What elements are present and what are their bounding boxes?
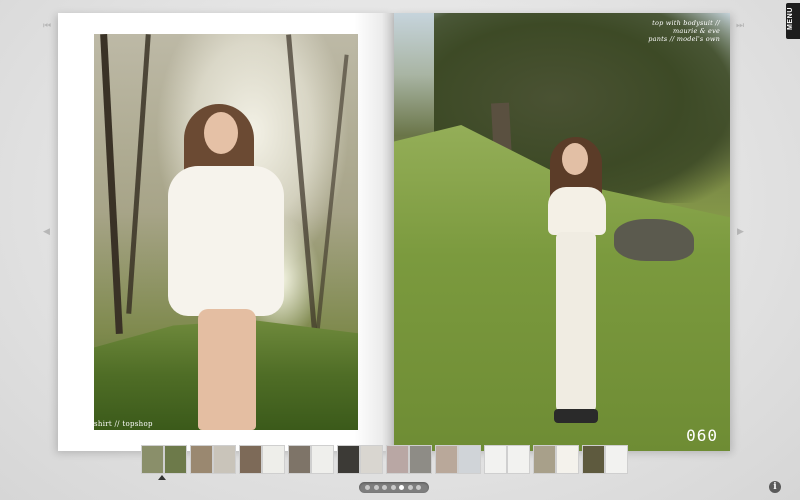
page-thumbnail[interactable]: [311, 445, 334, 474]
left-page-photo: shirt // topshop: [94, 34, 358, 430]
model-legs: [198, 309, 256, 430]
page-thumbnail[interactable]: [458, 445, 481, 474]
model-figure: [162, 104, 292, 430]
page-number: 060: [686, 426, 718, 445]
tree-trunk: [315, 54, 349, 334]
skip-to-last-icon[interactable]: ⏭: [736, 21, 744, 31]
model-figure: [542, 137, 622, 437]
page-thumbnail[interactable]: [337, 445, 360, 474]
pager-dot[interactable]: [399, 485, 404, 490]
page-thumbnail[interactable]: [556, 445, 579, 474]
page-thumbnail[interactable]: [484, 445, 507, 474]
page-thumbnail[interactable]: [533, 445, 556, 474]
previous-page-icon[interactable]: ◀: [43, 227, 50, 237]
page-thumbnail[interactable]: [190, 445, 213, 474]
magazine-viewer: ⏮ ◀ ▶ ⏭ shirt // topshop top with bodysu…: [0, 0, 800, 500]
page-thumbnail[interactable]: [213, 445, 236, 474]
model-top: [548, 187, 606, 235]
page-thumbnail[interactable]: [605, 445, 628, 474]
page-thumbnail[interactable]: [435, 445, 458, 474]
credit-line: maurie & eve: [673, 27, 720, 35]
pager-dot[interactable]: [373, 485, 379, 490]
skip-to-first-icon[interactable]: ⏮: [43, 21, 51, 31]
page-gutter-shadow: [354, 13, 394, 451]
page-thumbnail[interactable]: [409, 445, 432, 474]
credit-line: top with bodysuit //: [652, 19, 720, 27]
tree-trunk: [126, 34, 151, 314]
page-thumbnail[interactable]: [507, 445, 530, 474]
pager-dots: [359, 482, 429, 493]
menu-label: MENU: [787, 7, 794, 31]
pager-dot[interactable]: [382, 485, 387, 490]
model-face: [204, 112, 238, 154]
model-shoes: [554, 409, 598, 423]
page-thumbnail[interactable]: [239, 445, 262, 474]
left-page[interactable]: shirt // topshop: [58, 13, 394, 451]
tree-trunk: [100, 34, 123, 334]
pager-dot[interactable]: [365, 485, 370, 490]
credit-line: pants // model's own: [648, 35, 720, 43]
page-thumbnail[interactable]: [164, 445, 187, 474]
page-thumbnail[interactable]: [141, 445, 164, 474]
magazine-spread: shirt // topshop top with bodysuit // ma…: [58, 13, 730, 451]
rocks: [614, 219, 694, 261]
fashion-credits: top with bodysuit // maurie & eve pants …: [610, 19, 720, 43]
right-page[interactable]: top with bodysuit // maurie & eve pants …: [394, 13, 730, 451]
page-thumbnail[interactable]: [360, 445, 383, 474]
model-blouse: [168, 166, 284, 316]
pager-dot[interactable]: [390, 485, 396, 490]
page-thumbnail[interactable]: [262, 445, 285, 474]
pager-dot[interactable]: [416, 485, 421, 490]
pager-dot[interactable]: [407, 485, 413, 490]
model-pants: [556, 232, 596, 412]
info-icon[interactable]: i: [769, 481, 781, 493]
current-thumbnail-indicator: [158, 475, 166, 480]
page-thumbnail[interactable]: [288, 445, 311, 474]
photo-caption: shirt // topshop: [94, 420, 153, 428]
page-thumbnail[interactable]: [582, 445, 605, 474]
next-page-icon[interactable]: ▶: [737, 227, 744, 237]
page-thumbnail[interactable]: [386, 445, 409, 474]
model-face: [562, 143, 588, 175]
menu-button[interactable]: MENU: [786, 3, 800, 39]
